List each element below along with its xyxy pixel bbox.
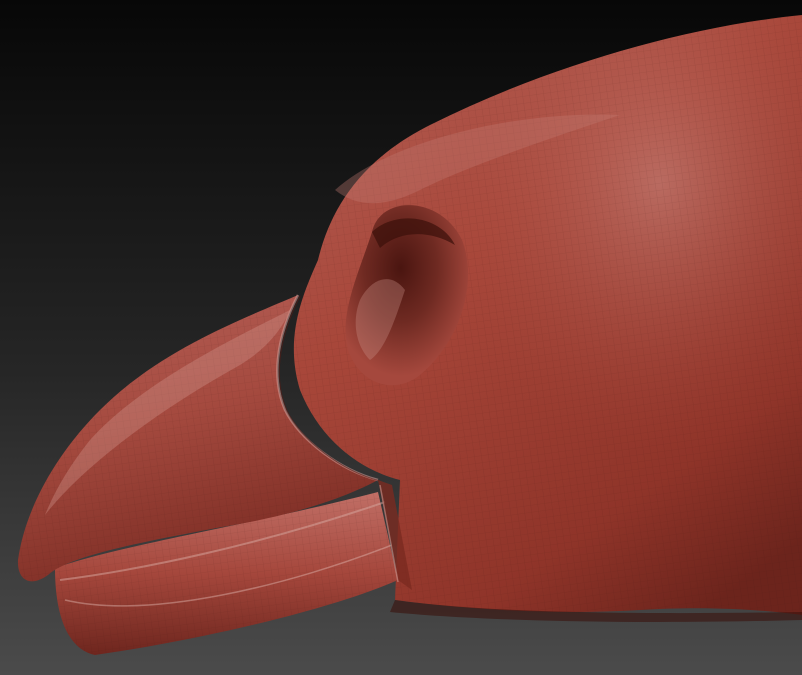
sculpt-viewport[interactable]: [0, 0, 802, 675]
bird-head-sculpt: [0, 0, 802, 675]
